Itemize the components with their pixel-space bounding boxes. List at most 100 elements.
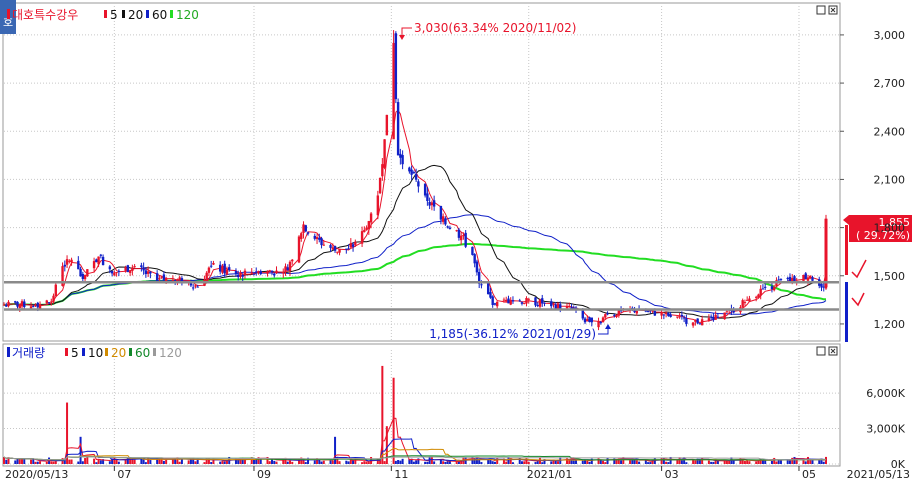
volume-bar <box>712 461 715 464</box>
candle-body <box>351 244 355 247</box>
volume-maximize-icon[interactable] <box>816 346 826 356</box>
volume-bar <box>345 460 348 464</box>
volume-bar <box>320 461 323 464</box>
volume-bar <box>604 462 607 464</box>
volume-bar <box>741 460 744 464</box>
volume-bar <box>728 460 731 464</box>
candle-body <box>18 304 21 309</box>
ma120-label[interactable]: 120 <box>176 8 199 22</box>
candle-body <box>604 314 607 318</box>
volume-bar <box>268 461 271 464</box>
candle-body <box>565 306 569 309</box>
candle-body <box>662 314 666 316</box>
volume-bar <box>694 460 697 464</box>
candle-body <box>748 298 751 302</box>
candle-body <box>691 322 695 326</box>
volume-bar <box>599 459 602 464</box>
volume-bar <box>475 457 478 464</box>
vma20-label[interactable]: 20 <box>111 346 126 360</box>
volume-bar <box>523 461 526 464</box>
candle-body <box>385 114 389 136</box>
candle-body <box>171 279 175 281</box>
volume-title[interactable]: 거래량 <box>12 346 45 360</box>
candle-body <box>360 231 364 244</box>
volume-bar <box>194 461 197 464</box>
stock-title[interactable]: 대호특수강우 <box>12 8 78 22</box>
candle-body <box>507 298 510 304</box>
volume-bar <box>331 460 334 464</box>
volume-bar <box>291 461 294 464</box>
ma5-label[interactable]: 5 <box>110 8 118 22</box>
candle-body <box>133 266 136 268</box>
candle-body <box>124 267 127 271</box>
candle-body <box>770 286 774 290</box>
candle-body <box>696 318 699 324</box>
volume-bar <box>638 461 641 464</box>
volume-bar <box>635 460 638 464</box>
volume-bar <box>493 461 496 464</box>
x-tick-label: 07 <box>117 468 131 481</box>
volume-bar <box>30 459 33 464</box>
right-up-bar <box>845 225 848 275</box>
volume-bar <box>117 461 120 464</box>
vma20-swatch <box>105 348 108 356</box>
volume-bar <box>442 461 445 464</box>
volume-bar <box>334 436 337 464</box>
candle-body <box>2 304 6 306</box>
candle-body <box>126 265 130 272</box>
candle-body <box>146 271 150 274</box>
vma120-label[interactable]: 120 <box>159 346 182 360</box>
candle-body <box>459 235 463 241</box>
candle-body <box>493 303 497 305</box>
candle-body <box>541 298 544 304</box>
candle-body <box>678 316 681 318</box>
volume-bar <box>415 460 418 464</box>
x-end-label: 2021/05/13 <box>847 468 910 481</box>
candle-body <box>725 311 729 313</box>
candle-body <box>228 267 231 271</box>
ma20-label[interactable]: 20 <box>128 8 143 22</box>
volume-bar <box>667 462 670 464</box>
candle-body <box>79 268 82 277</box>
volume-bar <box>446 461 449 464</box>
candle-body <box>128 270 132 273</box>
volume-bar <box>81 461 84 464</box>
candle-body <box>486 282 490 295</box>
volume-bar <box>743 461 746 464</box>
candle-body <box>237 274 240 278</box>
volume-bar <box>399 460 402 464</box>
candle-body <box>378 177 382 194</box>
candle-body <box>520 302 524 304</box>
volume-bar <box>557 461 560 464</box>
ma60-label[interactable]: 60 <box>152 8 167 22</box>
volume-bar <box>825 456 827 464</box>
candle-body <box>455 230 458 232</box>
volume-bar <box>444 461 447 464</box>
candle-body <box>599 322 602 324</box>
volume-bar <box>448 461 451 464</box>
candle-body <box>255 271 258 273</box>
candle-body <box>376 195 380 216</box>
candle-body <box>207 267 211 273</box>
volume-bar <box>633 459 636 464</box>
candle-body <box>252 273 256 275</box>
candle-body <box>811 277 814 281</box>
volume-bar <box>133 459 136 464</box>
maximize-icon[interactable] <box>816 5 826 15</box>
candle-body <box>363 229 366 233</box>
volume-bar <box>95 462 98 464</box>
candle-body <box>131 267 134 271</box>
candle-body <box>396 102 400 156</box>
volume-bar <box>115 459 118 464</box>
candle-body <box>646 310 650 312</box>
candle-body <box>426 193 429 201</box>
candle-body <box>759 288 762 296</box>
vma5-label[interactable]: 5 <box>71 346 79 360</box>
volume-bar <box>162 460 165 464</box>
volume-bar <box>775 461 778 464</box>
candle-body <box>606 313 609 315</box>
vma10-label[interactable]: 10 <box>88 346 103 360</box>
low-annotation: 1,185(-36.12% 2021/01/29) <box>429 324 611 341</box>
candle-body <box>601 317 605 323</box>
vma60-label[interactable]: 60 <box>135 346 150 360</box>
